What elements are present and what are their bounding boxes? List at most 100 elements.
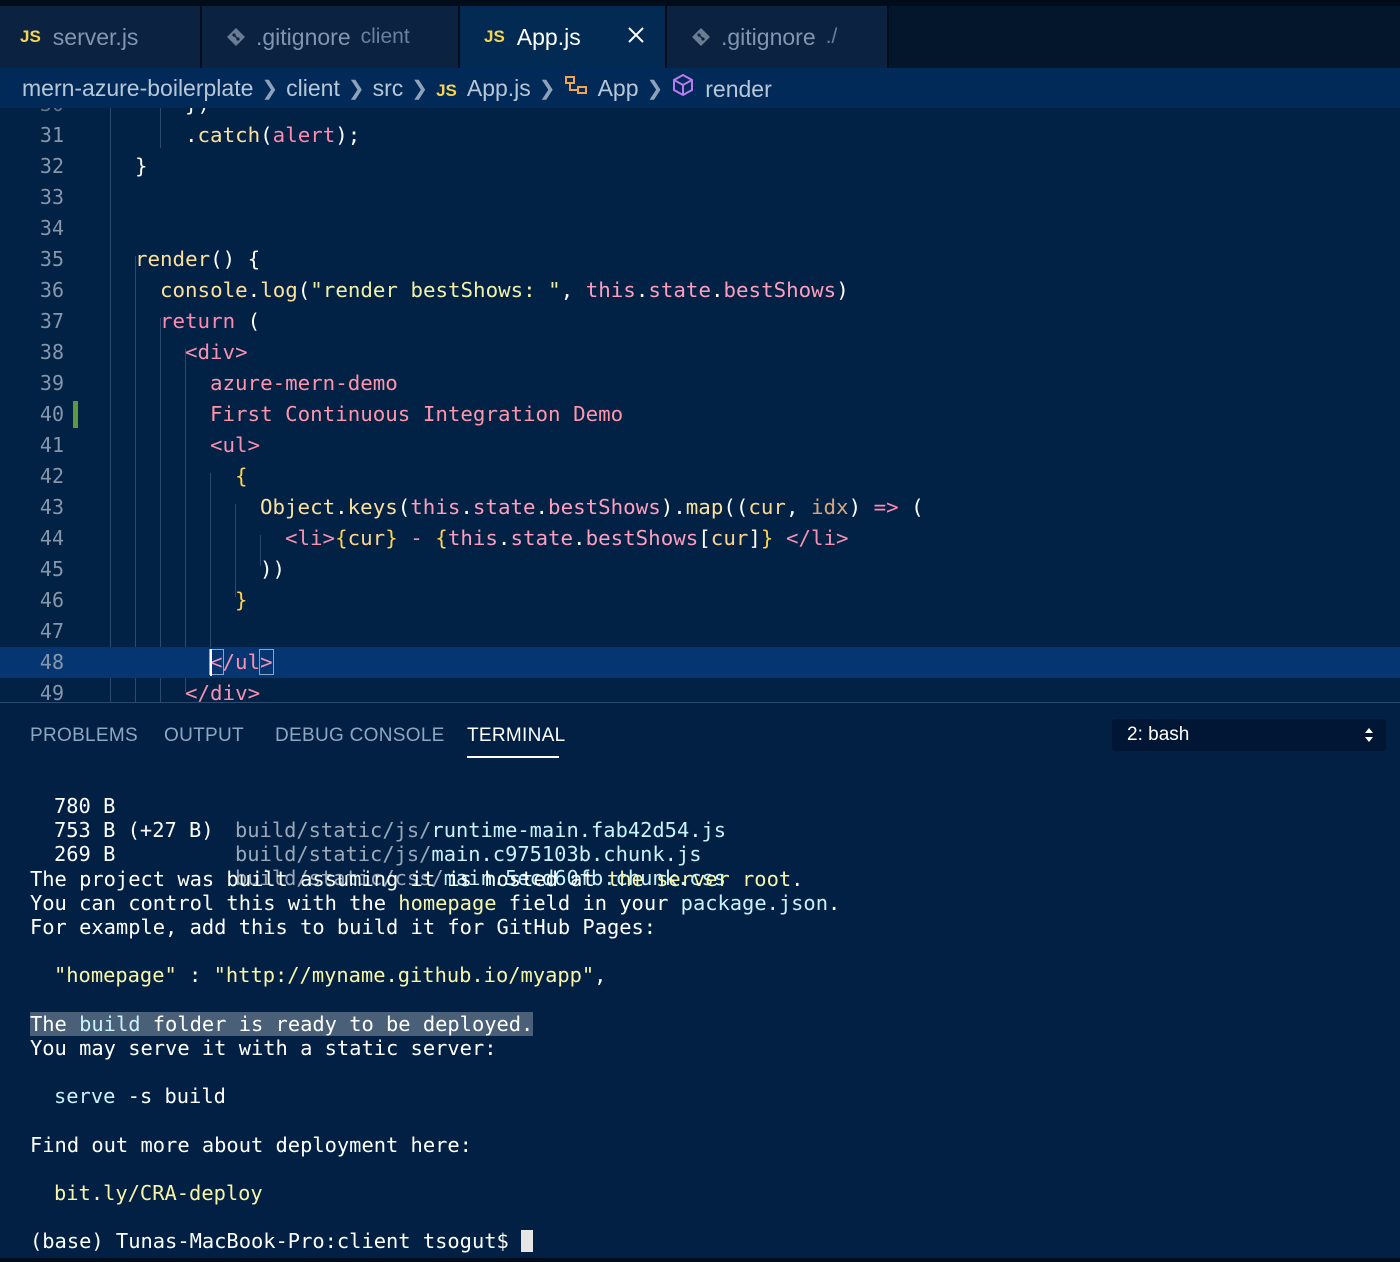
tab-label: .gitignore (256, 23, 351, 50)
line-number: 47 (39, 619, 64, 643)
tab-gitignore-client[interactable]: .gitignore client (202, 6, 460, 68)
terminal-line: "homepage" : "http://myname.github.io/my… (54, 963, 607, 987)
file-size: 269 B (54, 842, 116, 866)
line-number: 38 (39, 340, 64, 364)
code-line: 42 { (0, 461, 1400, 492)
tab-gitignore-root[interactable]: .gitignore ./ (667, 6, 889, 68)
window-bottom-edge (0, 1258, 1400, 1262)
code-line: 41 <ul> (0, 430, 1400, 461)
git-diamond-icon (692, 28, 710, 46)
line-number: 39 (39, 371, 64, 395)
line-number: 31 (39, 123, 64, 147)
terminal-line: The project was built assuming it is hos… (30, 867, 804, 891)
code-text: { (235, 464, 248, 488)
tab-terminal[interactable]: TERMINAL (467, 725, 565, 747)
code-text: <ul> (210, 433, 261, 457)
code-line: 38 <div> (0, 337, 1400, 368)
line-number: 32 (39, 154, 64, 178)
code-line: 43 Object.keys(this.state.bestShows).map… (0, 492, 1400, 523)
git-diamond-icon (227, 28, 245, 46)
code-line: 40 First Continuous Integration Demo (0, 399, 1400, 430)
tab-path-hint: client (360, 25, 410, 48)
code-line: 35 render() { (0, 244, 1400, 275)
line-number: 46 (39, 588, 64, 612)
code-text: <div> (185, 340, 248, 364)
breadcrumb: mern-azure-boilerplate ❯ client ❯ src ❯ … (0, 68, 1400, 108)
line-number: 34 (39, 216, 64, 240)
breadcrumb-item-render-method[interactable]: render (671, 73, 772, 103)
chevron-right-icon: ❯ (347, 77, 365, 100)
code-text: }) (185, 108, 210, 120)
file-dir: build/static/js/ (235, 818, 432, 842)
line-number: 30 (0, 108, 64, 120)
breadcrumb-label: App.js (466, 74, 531, 101)
tab-debug-console[interactable]: DEBUG CONSOLE (275, 725, 445, 747)
breadcrumb-item-app-class[interactable]: App (564, 74, 639, 102)
terminal-prompt[interactable]: (base) Tunas-MacBook-Pro:client tsogut$ (30, 1229, 534, 1253)
method-cube-icon (671, 73, 695, 97)
class-icon (564, 74, 588, 96)
modified-line-gutter-marker[interactable] (73, 401, 78, 428)
tab-label: .gitignore (721, 23, 816, 50)
terminal-line: serve -s build (54, 1084, 226, 1108)
line-number: 35 (39, 247, 64, 271)
tab-server-js[interactable]: JS server.js (0, 6, 202, 68)
code-text: </div> (185, 681, 261, 702)
tab-app-js[interactable]: JS App.js (460, 6, 667, 68)
code-line: 46 } (0, 585, 1400, 616)
tab-path-hint: ./ (825, 25, 838, 48)
code-text: )) (260, 557, 286, 581)
code-text: } (135, 154, 148, 178)
active-tab-underline (467, 756, 559, 758)
code-text: </ul> (209, 649, 274, 675)
code-text: } (235, 588, 248, 612)
code-line: 30 }) (0, 108, 1400, 120)
code-line: 33 (0, 182, 1400, 213)
line-number: 42 (39, 464, 64, 488)
breadcrumb-label: render (705, 76, 772, 102)
breadcrumb-item-src[interactable]: src (373, 75, 404, 102)
file-name: runtime-main.fab42d54.js (431, 818, 727, 842)
line-number: 48 (39, 650, 64, 674)
updown-arrows-icon (1365, 728, 1373, 742)
terminal-line-selected: The build folder is ready to be deployed… (30, 1012, 534, 1036)
breadcrumb-label: App (597, 75, 639, 101)
code-line: 32 } (0, 151, 1400, 182)
terminal-select-dropdown[interactable]: 2: bash (1112, 719, 1386, 751)
breadcrumb-item-project[interactable]: mern-azure-boilerplate (22, 75, 253, 102)
code-editor[interactable]: 30 }) 31 .catch(alert); 32 } 33 34 35 re… (0, 108, 1400, 702)
tab-problems[interactable]: PROBLEMS (30, 725, 138, 747)
js-file-icon: JS (484, 27, 505, 46)
line-number: 45 (39, 557, 64, 581)
chevron-right-icon: ❯ (411, 77, 429, 100)
breadcrumb-item-app-js[interactable]: JS App.js (436, 75, 531, 102)
terminal-link[interactable]: bit.ly/CRA-deploy (54, 1181, 263, 1205)
code-line: 47 (0, 616, 1400, 647)
code-line: 34 (0, 213, 1400, 244)
file-dir: build/static/js/ (235, 842, 432, 866)
tab-output[interactable]: OUTPUT (164, 725, 244, 747)
editor-tab-bar: JS server.js .gitignore client JS App.js… (0, 0, 1400, 68)
line-number: 40 (39, 402, 64, 426)
breadcrumb-item-client[interactable]: client (286, 75, 340, 102)
code-text: <li>{cur} - {this.state.bestShows[cur]} … (285, 526, 849, 550)
code-text: return ( (160, 309, 261, 333)
line-number: 43 (39, 495, 64, 519)
terminal-line: You can control this with the homepage f… (30, 891, 841, 915)
text-cursor (210, 649, 212, 676)
code-line: 45 )) (0, 554, 1400, 585)
code-text: Object.keys(this.state.bestShows).map((c… (260, 495, 924, 519)
code-line: 49 </div> (0, 678, 1400, 702)
line-number: 37 (39, 309, 64, 333)
terminal-line: For example, add this to build it for Gi… (30, 915, 657, 939)
code-line: 37 return ( (0, 306, 1400, 337)
line-number: 49 (39, 681, 64, 702)
js-file-icon: JS (20, 27, 41, 46)
chevron-right-icon: ❯ (261, 77, 279, 100)
terminal-line: You may serve it with a static server: (30, 1036, 497, 1060)
code-line: 44 <li>{cur} - {this.state.bestShows[cur… (0, 523, 1400, 554)
code-text: azure-mern-demo (210, 371, 398, 395)
close-tab-icon[interactable] (625, 24, 647, 46)
code-line: 39 azure-mern-demo (0, 368, 1400, 399)
code-text: console.log("render bestShows: ", this.s… (160, 278, 849, 302)
